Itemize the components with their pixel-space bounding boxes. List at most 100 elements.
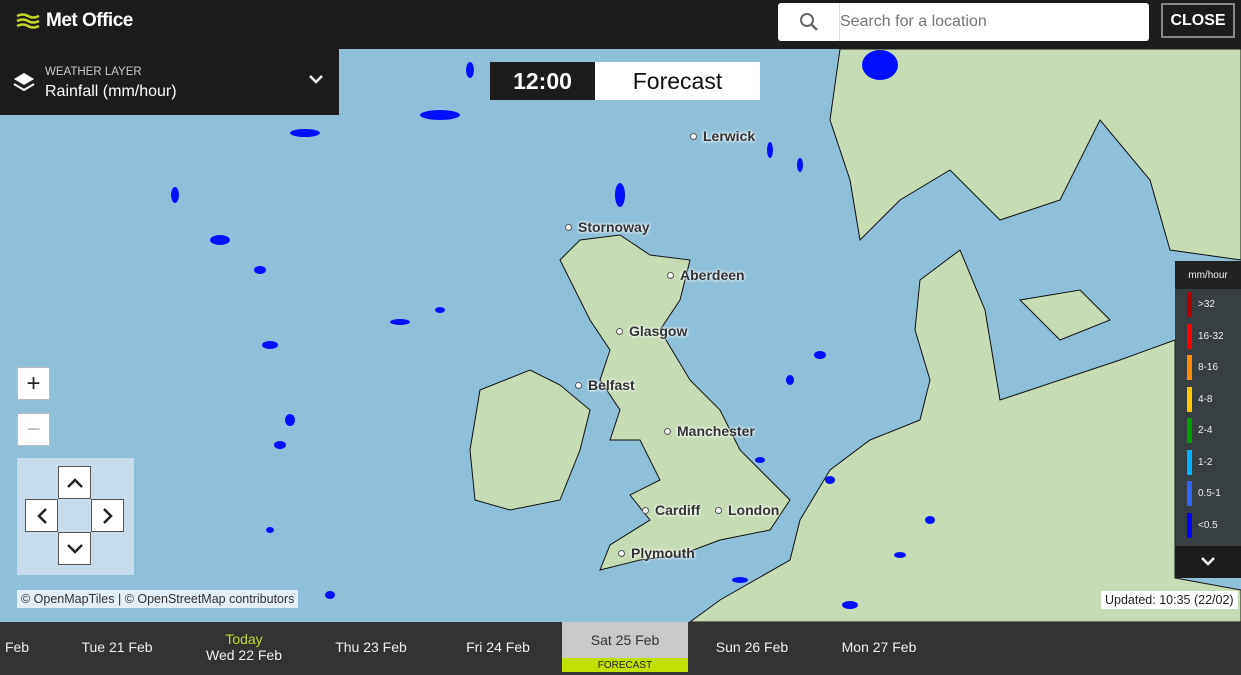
city-name: Plymouth bbox=[631, 545, 695, 561]
city-name: London bbox=[728, 502, 780, 518]
legend-label: <0.5 bbox=[1198, 519, 1218, 531]
weather-layer-label: WEATHER LAYER bbox=[45, 66, 142, 78]
time-display: 12:00 Forecast bbox=[490, 62, 760, 100]
day-label: Sat 25 Feb bbox=[590, 632, 660, 648]
legend-swatch bbox=[1187, 512, 1192, 538]
city-name: Glasgow bbox=[629, 323, 688, 339]
pan-down-button[interactable] bbox=[58, 532, 91, 565]
legend-item: 4-8 bbox=[1175, 384, 1241, 416]
legend-item: 2-4 bbox=[1175, 415, 1241, 447]
pan-up-button[interactable] bbox=[58, 466, 91, 499]
legend-swatch bbox=[1187, 292, 1192, 318]
pan-control bbox=[17, 458, 134, 575]
legend-collapse-button[interactable] bbox=[1175, 546, 1241, 578]
today-label: Today bbox=[225, 631, 263, 647]
pan-left-button[interactable] bbox=[25, 499, 58, 532]
rainfall-legend: mm/hour >32 16-32 8-16 4-8 2-4 1-2 0.5-1 <0.5 bbox=[1175, 261, 1241, 578]
close-button[interactable]: CLOSE bbox=[1161, 3, 1235, 38]
city-label: Lerwick bbox=[690, 128, 755, 144]
legend-label: 1-2 bbox=[1198, 456, 1213, 468]
city-label: Plymouth bbox=[618, 545, 695, 561]
city-dot bbox=[664, 427, 671, 435]
chevron-left-icon bbox=[36, 507, 47, 524]
legend-swatch bbox=[1187, 418, 1192, 444]
city-name: Cardiff bbox=[655, 502, 701, 518]
city-name: Belfast bbox=[588, 377, 635, 393]
updated-timestamp: Updated: 10:35 (22/02) bbox=[1101, 591, 1238, 609]
city-dot bbox=[618, 549, 625, 557]
legend-label: >32 bbox=[1198, 299, 1215, 311]
chevron-up-icon bbox=[66, 477, 83, 488]
day-label: Thu 23 Feb bbox=[335, 639, 407, 655]
legend-item: <0.5 bbox=[1175, 510, 1241, 542]
legend-label: 16-32 bbox=[1198, 330, 1224, 342]
city-dot bbox=[715, 506, 722, 514]
city-dot bbox=[565, 223, 572, 231]
city-dot bbox=[667, 271, 674, 279]
chevron-right-icon bbox=[102, 507, 113, 524]
legend-item: >32 bbox=[1175, 289, 1241, 321]
legend-swatch bbox=[1187, 481, 1192, 507]
layers-icon bbox=[13, 73, 35, 92]
legend-label: 4-8 bbox=[1198, 393, 1213, 405]
city-dot bbox=[690, 132, 697, 140]
logo-waves-icon bbox=[16, 13, 40, 29]
brand-name: Met Office bbox=[46, 10, 133, 31]
weather-layer-value: Rainfall (mm/hour) bbox=[45, 83, 177, 100]
legend-label: 8-16 bbox=[1198, 362, 1219, 374]
legend-label: 0.5-1 bbox=[1198, 488, 1221, 500]
zoom-out-button[interactable]: − bbox=[17, 413, 50, 446]
city-name: Lerwick bbox=[703, 128, 756, 144]
map-attribution[interactable]: © OpenMapTiles | © OpenStreetMap contrib… bbox=[17, 590, 299, 608]
city-name: Stornoway bbox=[578, 219, 650, 235]
day-tab-today[interactable]: Today Wed 22 Feb bbox=[181, 622, 307, 672]
city-dot bbox=[575, 381, 582, 389]
city-label: Belfast bbox=[575, 377, 635, 393]
chevron-down-icon bbox=[1201, 557, 1215, 566]
city-name: Aberdeen bbox=[680, 267, 745, 283]
legend-swatch bbox=[1187, 355, 1192, 381]
city-dot bbox=[642, 506, 649, 514]
day-label: Wed 22 Feb bbox=[205, 647, 282, 663]
day-label: Tue 21 Feb bbox=[81, 639, 153, 655]
legend-title: mm/hour bbox=[1175, 261, 1241, 289]
city-label: Glasgow bbox=[616, 323, 687, 339]
legend-item: 1-2 bbox=[1175, 447, 1241, 479]
met-office-logo[interactable]: Met Office bbox=[16, 10, 133, 32]
legend-swatch bbox=[1187, 449, 1192, 475]
zoom-in-button[interactable]: + bbox=[17, 367, 50, 400]
day-tab[interactable]: Fri 24 Feb bbox=[435, 622, 561, 672]
search-input[interactable] bbox=[840, 13, 1140, 31]
city-label: Manchester bbox=[664, 423, 755, 439]
legend-swatch bbox=[1187, 323, 1192, 349]
forecast-mode: Forecast bbox=[595, 62, 760, 100]
day-tab[interactable]: Sun 26 Feb bbox=[689, 622, 815, 672]
weather-layer-selector[interactable]: WEATHER LAYER Rainfall (mm/hour) bbox=[0, 49, 339, 115]
day-tab[interactable]: Thu 23 Feb bbox=[308, 622, 434, 672]
city-label: Stornoway bbox=[565, 219, 650, 235]
chevron-down-icon[interactable] bbox=[308, 71, 324, 87]
day-tab[interactable]: Mon 27 Feb bbox=[816, 622, 942, 672]
location-search[interactable] bbox=[778, 3, 1149, 41]
city-label: London bbox=[715, 502, 779, 518]
search-icon[interactable] bbox=[778, 3, 840, 41]
forecast-tag: FORECAST bbox=[562, 658, 688, 672]
city-dot bbox=[616, 327, 623, 335]
legend-swatch bbox=[1187, 386, 1192, 412]
day-label: Fri 24 Feb bbox=[466, 639, 530, 655]
day-label: Mon 27 Feb bbox=[841, 639, 917, 655]
chevron-down-icon bbox=[66, 543, 83, 554]
legend-item: 8-16 bbox=[1175, 352, 1241, 384]
day-label: Sun 26 Feb bbox=[715, 639, 789, 655]
top-bar: Met Office CLOSE bbox=[0, 0, 1241, 49]
legend-item: 16-32 bbox=[1175, 321, 1241, 353]
legend-item: 0.5-1 bbox=[1175, 478, 1241, 510]
pan-right-button[interactable] bbox=[91, 499, 124, 532]
day-tab[interactable]: Feb bbox=[0, 622, 34, 672]
day-tab[interactable]: Tue 21 Feb bbox=[54, 622, 180, 672]
day-tab-selected[interactable]: Sat 25 Feb bbox=[562, 622, 688, 658]
city-label: Cardiff bbox=[642, 502, 700, 518]
city-name: Manchester bbox=[677, 423, 755, 439]
forecast-time: 12:00 bbox=[490, 62, 595, 100]
city-label: Aberdeen bbox=[667, 267, 745, 283]
